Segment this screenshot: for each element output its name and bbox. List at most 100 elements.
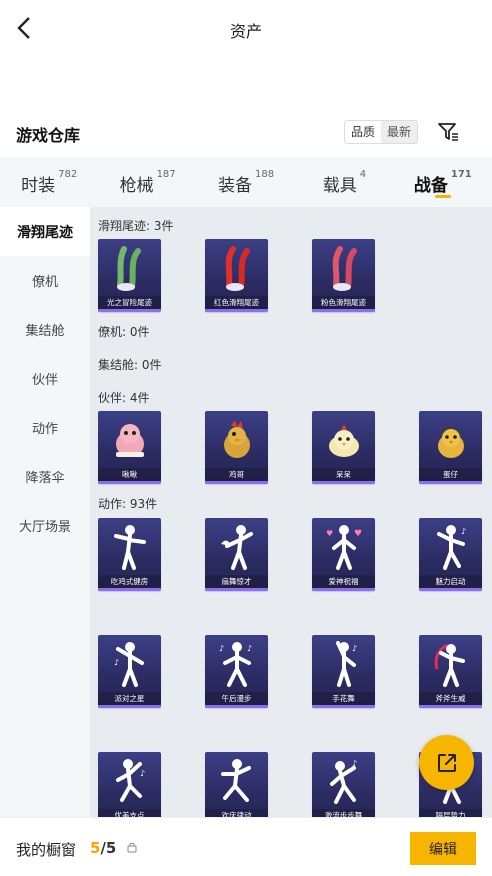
- sort-quality-button[interactable]: 品质: [345, 121, 382, 143]
- svg-text:♪: ♪: [352, 644, 357, 653]
- tab-count: 171: [450, 169, 472, 180]
- trail-art: [98, 239, 161, 297]
- item-name: 欢庆律动: [205, 809, 268, 817]
- item-name: 扇舞惊才: [205, 575, 268, 588]
- item-name: 魅力启动: [419, 575, 482, 588]
- rarity-stripe: [419, 705, 482, 708]
- action-art: ♪ ♪: [205, 635, 268, 693]
- tab-vehicles[interactable]: 载具 4: [295, 157, 393, 207]
- sidebar: 滑翔尾迹 僚机 集结舱 伙伴 动作 降落伞 大厅场景: [0, 207, 90, 817]
- sidebar-item-actions[interactable]: 动作: [0, 403, 90, 452]
- item-card[interactable]: 吃鸡式健房: [98, 518, 161, 591]
- item-card[interactable]: 光之冒险尾迹: [98, 239, 161, 312]
- group-label-wingman: 僚机: 0件: [98, 325, 150, 339]
- action-art: [205, 752, 268, 810]
- edit-button[interactable]: 编辑: [410, 832, 476, 865]
- item-card[interactable]: ♪ ♪ 午后漫步: [205, 635, 268, 708]
- svg-text:♪: ♪: [140, 769, 145, 778]
- action-art: ♪: [419, 518, 482, 576]
- rarity-stripe: [419, 588, 482, 591]
- rarity-stripe: [98, 481, 161, 484]
- item-card[interactable]: ♪ 优美支点: [98, 752, 161, 817]
- svg-text:♪: ♪: [461, 527, 466, 536]
- tab-label: 载具: [322, 176, 357, 196]
- item-card[interactable]: 红色滑翔尾迹: [205, 239, 268, 312]
- item-name: 斧斧生威: [419, 692, 482, 705]
- sort-newest-button[interactable]: 最新: [381, 121, 418, 143]
- showcase-current: 5: [90, 839, 101, 857]
- item-name: 派对之星: [98, 692, 161, 705]
- item-name: 光之冒险尾迹: [98, 296, 161, 309]
- item-card[interactable]: 粉色滑翔尾迹: [312, 239, 375, 312]
- item-card[interactable]: 欢庆律动: [205, 752, 268, 817]
- action-art: [205, 518, 268, 576]
- item-name: 啾啾: [98, 468, 161, 481]
- showcase-label: 我的橱窗: [16, 841, 77, 859]
- item-name: 隔层势力: [419, 809, 482, 817]
- tab-fashion[interactable]: 时装 782: [0, 157, 98, 207]
- partner-art: [98, 411, 161, 469]
- rarity-stripe: [312, 481, 375, 484]
- sort-toggle: 品质 最新: [344, 120, 419, 144]
- tab-count: 782: [58, 169, 78, 180]
- svg-text:♪: ♪: [247, 644, 252, 653]
- item-card[interactable]: ♪ 激流步步舞: [312, 752, 375, 817]
- rarity-stripe: [205, 705, 268, 708]
- item-card[interactable]: 鸡哥: [205, 411, 268, 484]
- partner-art: [205, 411, 268, 469]
- item-name: 鸡哥: [205, 468, 268, 481]
- rarity-stripe: [98, 309, 161, 312]
- tab-count: 187: [156, 169, 176, 180]
- item-card[interactable]: ♪ 魅力启动: [419, 518, 482, 591]
- rarity-stripe: [205, 309, 268, 312]
- svg-text:♥: ♥: [326, 529, 333, 538]
- item-card[interactable]: 呆呆: [312, 411, 375, 484]
- item-grid: 滑翔尾迹: 3件 光之冒险尾迹 红色滑翔尾迹 粉色滑翔尾迹 僚机: 0件 集结舱…: [90, 207, 492, 817]
- sidebar-item-parachute[interactable]: 降落伞: [0, 452, 90, 501]
- group-label-trails: 滑翔尾迹: 3件: [98, 219, 174, 233]
- item-name: 午后漫步: [205, 692, 268, 705]
- action-art: ♪: [312, 635, 375, 693]
- category-tabs: 时装 782 枪械 187 装备 188 载具 4 战备 171: [0, 157, 492, 207]
- partner-art: [312, 411, 375, 469]
- rarity-stripe: [98, 588, 161, 591]
- item-name: 蛋仔: [419, 468, 482, 481]
- sidebar-item-partners[interactable]: 伙伴: [0, 354, 90, 403]
- action-art: [98, 518, 161, 576]
- tab-combat-gear[interactable]: 战备 171: [394, 157, 492, 207]
- rarity-stripe: [312, 705, 375, 708]
- tab-count: 4: [359, 169, 367, 180]
- rarity-stripe: [205, 481, 268, 484]
- group-label-actions: 动作: 93件: [98, 497, 158, 511]
- item-card[interactable]: ♪ 手花舞: [312, 635, 375, 708]
- tab-label: 战备: [413, 176, 448, 196]
- showcase-bar: 我的橱窗 5/5 编辑: [0, 817, 492, 876]
- tab-guns[interactable]: 枪械 187: [98, 157, 196, 207]
- sidebar-item-glide-trails[interactable]: 滑翔尾迹: [0, 207, 90, 256]
- sidebar-item-pod[interactable]: 集结舱: [0, 305, 90, 354]
- item-card[interactable]: 斧斧生威: [419, 635, 482, 708]
- action-art: ♪: [98, 752, 161, 810]
- action-art: [419, 635, 482, 693]
- sidebar-item-wingman[interactable]: 僚机: [0, 256, 90, 305]
- rarity-stripe: [419, 481, 482, 484]
- svg-text:♥: ♥: [354, 529, 362, 539]
- tab-label: 时装: [21, 176, 56, 196]
- svg-text:♪: ♪: [114, 658, 119, 667]
- item-card[interactable]: 啾啾: [98, 411, 161, 484]
- item-card[interactable]: ♪ 派对之星: [98, 635, 161, 708]
- action-art: ♪: [312, 752, 375, 810]
- item-card[interactable]: 扇舞惊才: [205, 518, 268, 591]
- svg-text:♪: ♪: [352, 759, 357, 768]
- page-title: 资产: [229, 22, 262, 41]
- rarity-stripe: [312, 309, 375, 312]
- filter-button[interactable]: [436, 120, 460, 144]
- sidebar-item-lobby-scene[interactable]: 大厅场景: [0, 501, 90, 550]
- share-button[interactable]: [419, 735, 474, 790]
- svg-text:♪: ♪: [219, 644, 224, 653]
- item-card[interactable]: ♥ ♥ 爱神祝福: [312, 518, 375, 591]
- action-art: ♪: [98, 635, 161, 693]
- external-link-icon: [437, 753, 456, 772]
- item-card[interactable]: 蛋仔: [419, 411, 482, 484]
- tab-equipment[interactable]: 装备 188: [197, 157, 295, 207]
